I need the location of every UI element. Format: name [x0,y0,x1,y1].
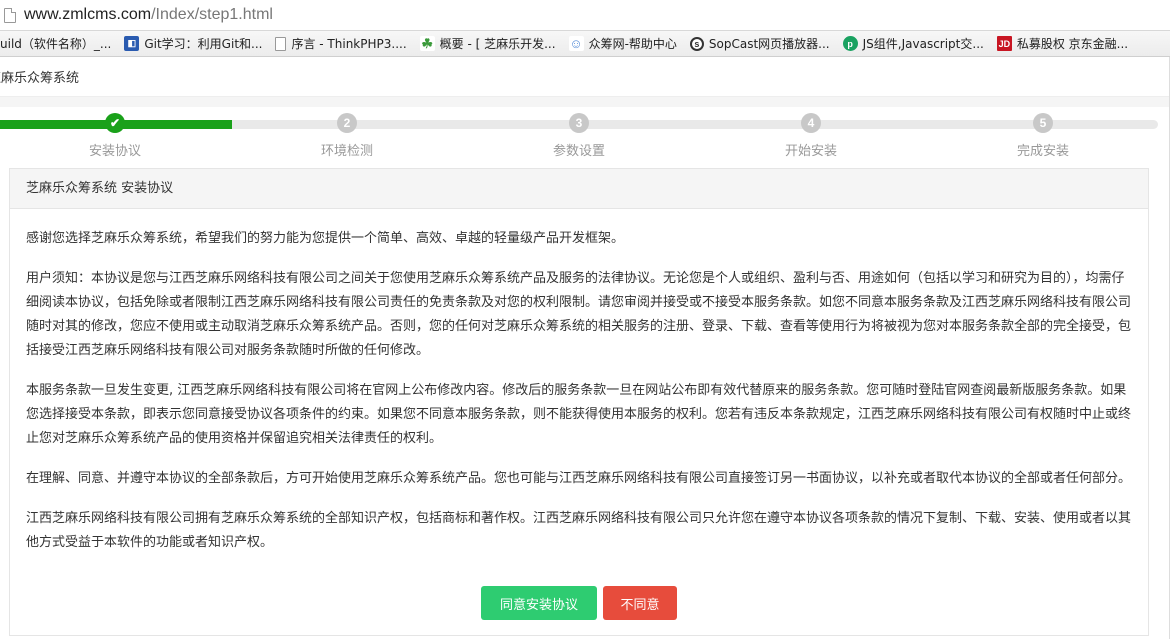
agreement-paragraph: 在理解、同意、并遵守本协议的全部条款后，方可开始使用芝麻乐众筹系统产品。您也可能… [26,471,1132,486]
step-number: 5 [1033,113,1053,133]
url-text[interactable]: www.zmlcms.com/Index/step1.html [24,6,273,24]
bookmark-label: JS组件,Javascript交... [862,37,984,51]
bookmark-label: Git学习：利用Git和... [144,37,263,51]
step-label: 参数设置 [552,144,605,159]
agreement-paragraph: 江西芝麻乐网络科技有限公司拥有芝麻乐众筹系统的全部知识产权，包括商标和著作权。江… [26,511,1132,550]
bookmark-item[interactable]: ◧ Git学习：利用Git和... [118,31,269,56]
agreement-paragraph: 感谢您选择芝麻乐众筹系统，希望我们的努力能为您提供一个简单、高效、卓越的轻量级产… [26,231,625,246]
sopcast-icon: s [689,36,704,51]
jd-icon: JD [996,36,1012,51]
agreement-panel: 芝麻乐众筹系统 安装协议 感谢您选择芝麻乐众筹系统，希望我们的努力能为您提供一个… [9,168,1149,636]
app-title[interactable]: 芝麻乐众筹系统 [0,67,79,86]
bookmark-item[interactable]: ☺ 众筹网-帮助中心 [563,31,684,56]
action-buttons: 同意安装协议 不同意 [10,586,1148,620]
panel-heading: 芝麻乐众筹系统 安装协议 [10,169,1148,209]
green-leaf-icon: ☘ [419,35,435,51]
bookmark-item[interactable]: uild（软件名称）_... [0,31,118,56]
step-complete: 5 完成安装 [978,113,1108,159]
page-icon [4,7,16,23]
step-label: 完成安装 [1016,144,1069,159]
step-number: 4 [801,113,821,133]
header-divider [0,97,1170,107]
url-host: www.zmlcms.com [24,6,152,23]
url-path: /Index/step1.html [151,6,273,23]
check-icon: ✔ [105,113,125,133]
step-number: 3 [569,113,589,133]
bookmark-item[interactable]: ☘ 概要 - [ 芝麻乐开发... [414,31,563,56]
step-number: 2 [337,113,357,133]
step-parameters: 3 参数设置 [514,113,644,159]
agreement-paragraph: 本服务条款一旦发生变更, 江西芝麻乐网络科技有限公司将在官网上公布修改内容。修改… [26,383,1132,446]
bookmark-item[interactable]: s SopCast网页播放器... [684,31,837,56]
app-header: 芝麻乐众筹系统 [0,57,1170,97]
bookmark-item[interactable]: p JS组件,Javascript交... [837,31,991,56]
bookmark-label: SopCast网页播放器... [708,37,830,51]
blue-square-icon: ◧ [124,36,140,51]
install-steps: ✔ 安装协议 2 环境检测 3 参数设置 4 开始安装 5 完成安装 [0,107,1170,169]
bookmark-label: 概要 - [ 芝麻乐开发... [439,37,556,51]
p-circle-icon: p [842,36,858,51]
agree-button[interactable]: 同意安装协议 [481,586,597,620]
bookmark-label: 序言 - ThinkPHP3.... [291,37,407,51]
step-environment: 2 环境检测 [282,113,412,159]
bookmarks-bar: uild（软件名称）_... ◧ Git学习：利用Git和... 序言 - Thi… [0,31,1170,57]
step-label: 安装协议 [88,144,141,159]
bookmark-label: 众筹网-帮助中心 [588,37,677,51]
step-label: 环境检测 [320,144,373,159]
agreement-text: 感谢您选择芝麻乐众筹系统，希望我们的努力能为您提供一个简单、高效、卓越的轻量级产… [10,209,1148,555]
address-bar[interactable]: www.zmlcms.com/Index/step1.html [0,0,1170,31]
page-icon [275,36,287,51]
people-icon: ☺ [568,36,584,51]
bookmark-label: uild（软件名称）_... [0,37,112,51]
step-label: 开始安装 [784,144,837,159]
bookmark-item[interactable]: JD 私募股权 京东金融... [991,31,1135,56]
disagree-button[interactable]: 不同意 [603,586,677,620]
bookmark-label: 私募股权 京东金融... [1016,37,1129,51]
bookmark-item[interactable]: 序言 - ThinkPHP3.... [269,31,413,56]
agreement-paragraph: 用户须知：本协议是您与江西芝麻乐网络科技有限公司之间关于您使用芝麻乐众筹系统产品… [26,271,1132,358]
step-agreement: ✔ 安装协议 [50,113,180,159]
step-start-install: 4 开始安装 [746,113,876,159]
